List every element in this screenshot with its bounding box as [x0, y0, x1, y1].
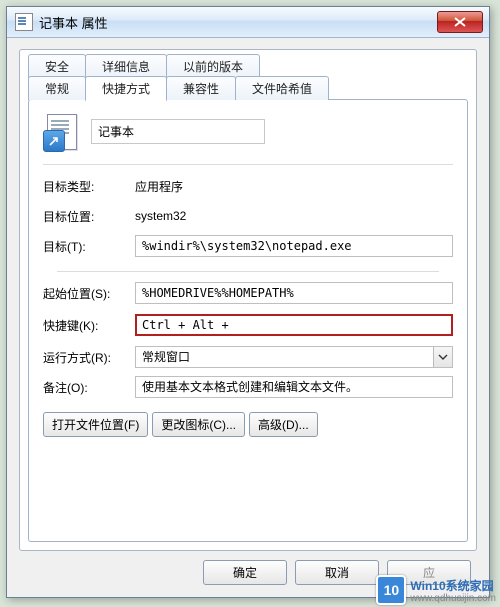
select-run-mode-value: 常规窗口 — [142, 350, 190, 364]
label-comment: 备注(O): — [43, 379, 135, 396]
window-title: 记事本 属性 — [39, 13, 108, 32]
cancel-button[interactable]: 取消 — [295, 560, 379, 585]
separator — [43, 164, 453, 165]
tab-row-front: 常规 快捷方式 兼容性 文件哈希值 — [28, 78, 468, 100]
notepad-shortcut-icon — [43, 110, 79, 152]
titlebar[interactable]: 记事本 属性 — [7, 7, 489, 38]
close-icon — [454, 17, 466, 27]
notepad-titlebar-icon — [15, 13, 33, 31]
label-shortcut-key: 快捷键(K): — [43, 317, 135, 334]
row-target: 目标(T): %windir%\system32\notepad.exe — [43, 231, 453, 261]
change-icon-button[interactable]: 更改图标(C)... — [152, 412, 245, 437]
tab-row-back: 安全 详细信息 以前的版本 — [28, 56, 468, 78]
tab-security[interactable]: 安全 — [28, 54, 86, 78]
row-start-in: 起始位置(S): %HOMEDRIVE%%HOMEPATH% — [43, 278, 453, 308]
form-area: 目标类型: 应用程序 目标位置: system32 目标(T): %windir… — [29, 171, 467, 402]
row-run-mode: 运行方式(R): 常规窗口 — [43, 342, 453, 372]
brand-title: Win10系统家园 — [410, 577, 496, 594]
input-start-in[interactable]: %HOMEDRIVE%%HOMEPATH% — [135, 282, 453, 304]
advanced-button[interactable]: 高级(D)... — [249, 412, 318, 437]
label-run-mode: 运行方式(R): — [43, 349, 135, 366]
input-comment[interactable]: 使用基本文本格式创建和编辑文本文件。 — [135, 376, 453, 398]
tab-panel: 安全 详细信息 以前的版本 常规 快捷方式 兼容性 文件哈希值 记事 — [19, 49, 477, 551]
separator — [57, 271, 439, 272]
close-button[interactable] — [437, 11, 483, 33]
shortcut-tab-content: 记事本 目标类型: 应用程序 目标位置: system32 目标(T): %wi… — [28, 99, 468, 542]
brand-text-block: Win10系统家园 www.qdhuaijin.com — [410, 577, 496, 604]
row-shortcut-key: 快捷键(K): Ctrl + Alt + — [43, 308, 453, 342]
tab-shortcut[interactable]: 快捷方式 — [85, 76, 167, 101]
label-target-type: 目标类型: — [43, 178, 135, 195]
label-start-in: 起始位置(S): — [43, 285, 135, 302]
app-name-field[interactable]: 记事本 — [91, 119, 265, 144]
tab-general[interactable]: 常规 — [28, 76, 86, 100]
shortcut-arrow-icon — [48, 135, 60, 147]
row-target-type: 目标类型: 应用程序 — [43, 171, 453, 201]
value-target-type: 应用程序 — [135, 178, 183, 195]
input-shortcut-key[interactable]: Ctrl + Alt + — [135, 314, 453, 336]
input-target[interactable]: %windir%\system32\notepad.exe — [135, 235, 453, 257]
value-target-location: system32 — [135, 209, 186, 223]
ok-button[interactable]: 确定 — [203, 560, 287, 585]
brand-icon: 10 — [376, 575, 406, 605]
row-target-location: 目标位置: system32 — [43, 201, 453, 231]
watermark: 10 Win10系统家园 www.qdhuaijin.com — [376, 575, 496, 605]
label-target-location: 目标位置: — [43, 208, 135, 225]
properties-dialog: 记事本 属性 安全 详细信息 以前的版本 常规 快捷方式 兼容性 文件哈希值 — [6, 6, 490, 598]
select-run-mode[interactable]: 常规窗口 — [135, 346, 453, 368]
open-file-location-button[interactable]: 打开文件位置(F) — [43, 412, 148, 437]
tab-previous-versions[interactable]: 以前的版本 — [166, 54, 260, 78]
tab-details[interactable]: 详细信息 — [85, 54, 167, 78]
brand-url: www.qdhuaijin.com — [410, 594, 496, 604]
label-target: 目标(T): — [43, 238, 135, 255]
row-comment: 备注(O): 使用基本文本格式创建和编辑文本文件。 — [43, 372, 453, 402]
tab-file-hashes[interactable]: 文件哈希值 — [235, 76, 329, 100]
app-header: 记事本 — [29, 100, 467, 158]
button-row: 打开文件位置(F) 更改图标(C)... 高级(D)... — [29, 402, 467, 437]
chevron-down-icon — [433, 347, 452, 367]
tab-compatibility[interactable]: 兼容性 — [166, 76, 236, 100]
